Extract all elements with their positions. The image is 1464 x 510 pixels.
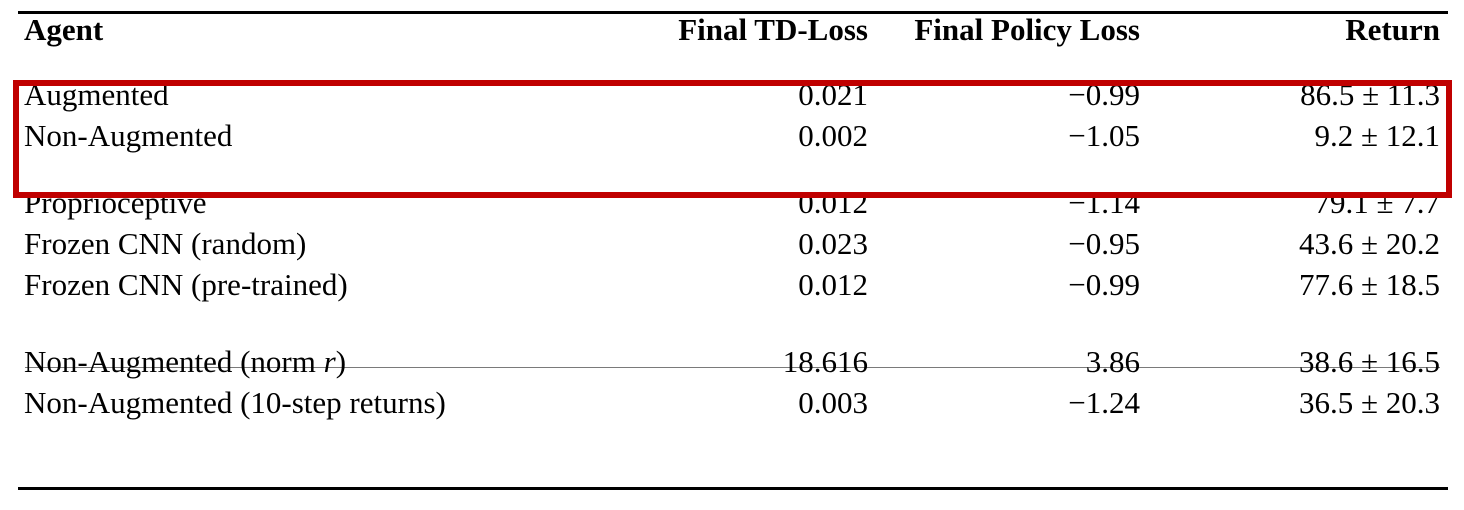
spacer-cell (1148, 327, 1448, 341)
table-bottom-rule (18, 487, 1448, 490)
table-row: Frozen CNN (random) 0.023 −0.95 43.6 ± 2… (18, 223, 1448, 264)
cell-final-policy-loss: −0.99 (1068, 266, 1140, 302)
table-row: Augmented 0.021 −0.99 86.5 ± 11.3 (18, 74, 1448, 115)
results-table-figure: Agent Final TD-Loss Final Policy Loss Re… (0, 0, 1464, 510)
table-body: Augmented 0.021 −0.99 86.5 ± 11.3 Non-Au… (18, 60, 1448, 423)
header-row: Agent Final TD-Loss Final Policy Loss Re… (18, 0, 1448, 60)
table-header: Agent Final TD-Loss Final Policy Loss Re… (18, 0, 1448, 60)
spacer-cell (1148, 156, 1448, 182)
table-row: Non-Augmented (norm r) 18.616 3.86 38.6 … (18, 341, 1448, 382)
spacer-cell (618, 156, 876, 182)
cell-return: 38.6 ± 16.5 (1298, 343, 1440, 379)
cell-return: 43.6 ± 20.2 (1298, 225, 1440, 261)
cell-final-td-loss: 0.023 (798, 225, 868, 261)
cell-agent: Frozen CNN (random) (24, 225, 307, 261)
cell-return: 77.6 ± 18.5 (1298, 266, 1440, 302)
spacer-cell (618, 60, 876, 74)
spacer-after-mid-rule (18, 327, 1448, 341)
spacer-cell (876, 60, 1148, 74)
spacer-cell (618, 305, 876, 327)
cell-final-td-loss: 0.002 (798, 117, 868, 153)
cell-final-policy-loss: 3.86 (1085, 343, 1140, 379)
cell-final-policy-loss: −1.14 (1068, 184, 1140, 220)
cell-final-td-loss: 0.012 (798, 266, 868, 302)
cell-final-td-loss: 0.021 (798, 76, 868, 112)
cell-return: 79.1 ± 7.7 (1314, 184, 1440, 220)
column-header-agent: Agent (24, 12, 104, 47)
spacer-after-header (18, 60, 1448, 74)
spacer-after-highlight (18, 156, 1448, 182)
cell-agent-suffix: ) (335, 343, 347, 379)
cell-agent: Proprioceptive (24, 184, 207, 220)
cell-final-td-loss: 18.616 (782, 343, 868, 379)
cell-final-policy-loss: −1.24 (1068, 384, 1140, 420)
column-header-return: Return (1345, 12, 1440, 47)
cell-final-td-loss: 0.003 (798, 384, 868, 420)
spacer-cell (876, 156, 1148, 182)
cell-agent: Augmented (24, 76, 169, 112)
cell-final-policy-loss: −0.95 (1068, 225, 1140, 261)
cell-agent-prefix: Non-Augmented (norm (24, 343, 324, 379)
table-row: Non-Augmented (10-step returns) 0.003 −1… (18, 382, 1448, 423)
cell-final-td-loss: 0.012 (798, 184, 868, 220)
spacer-cell (876, 305, 1148, 327)
cell-agent: Non-Augmented (10-step returns) (24, 384, 446, 420)
spacer-before-mid-rule (18, 305, 1448, 327)
spacer-cell (18, 327, 618, 341)
spacer-cell (876, 327, 1148, 341)
cell-agent: Non-Augmented (24, 117, 233, 153)
spacer-cell (18, 156, 618, 182)
cell-agent: Frozen CNN (pre-trained) (24, 266, 348, 302)
table-row: Proprioceptive 0.012 −1.14 79.1 ± 7.7 (18, 182, 1448, 223)
spacer-cell (618, 327, 876, 341)
results-table: Agent Final TD-Loss Final Policy Loss Re… (18, 0, 1448, 423)
spacer-cell (18, 60, 618, 74)
column-header-final-policy-loss: Final Policy Loss (914, 12, 1140, 47)
spacer-cell (18, 305, 618, 327)
spacer-cell (1148, 305, 1448, 327)
cell-return: 36.5 ± 20.3 (1298, 384, 1440, 420)
cell-final-policy-loss: −1.05 (1068, 117, 1140, 153)
spacer-cell (1148, 60, 1448, 74)
cell-return: 86.5 ± 11.3 (1300, 76, 1440, 112)
cell-final-policy-loss: −0.99 (1068, 76, 1140, 112)
cell-return: 9.2 ± 12.1 (1314, 117, 1440, 153)
cell-agent-symbol: r (323, 343, 336, 379)
table-row: Non-Augmented 0.002 −1.05 9.2 ± 12.1 (18, 115, 1448, 156)
table-row: Frozen CNN (pre-trained) 0.012 −0.99 77.… (18, 264, 1448, 305)
cell-agent: Non-Augmented (norm r) (18, 341, 618, 382)
column-header-final-td-loss: Final TD-Loss (678, 12, 868, 47)
